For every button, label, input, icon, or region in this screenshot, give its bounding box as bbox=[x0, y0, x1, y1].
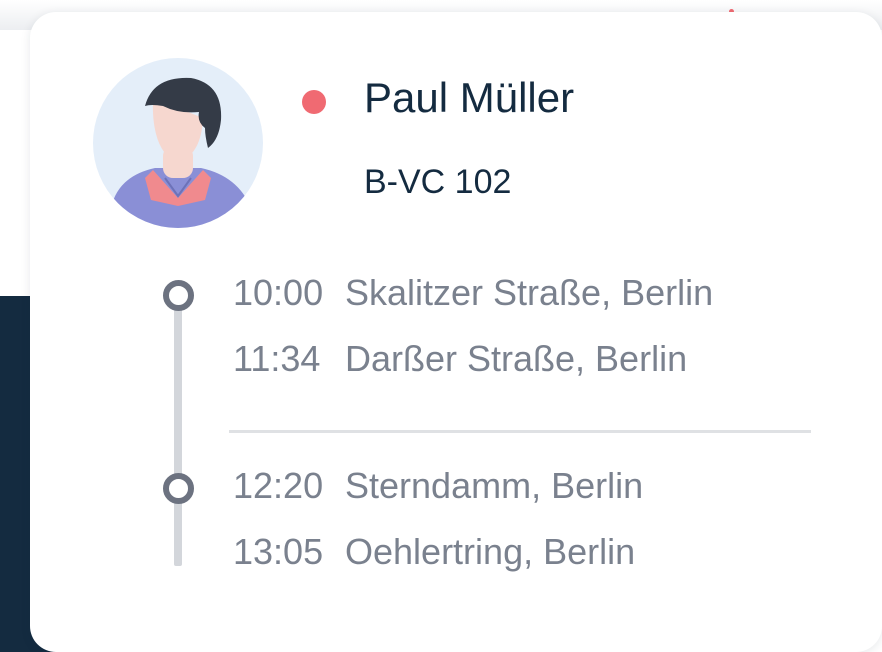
timeline-line bbox=[174, 293, 182, 566]
stop-item[interactable]: 12:20 Sterndamm, Berlin bbox=[233, 464, 643, 508]
stop-address: Darßer Straße, Berlin bbox=[345, 338, 688, 379]
section-divider bbox=[229, 430, 811, 433]
status-indicator-dot bbox=[302, 90, 326, 114]
timeline-node-icon bbox=[163, 473, 194, 504]
stop-address: Oehlertring, Berlin bbox=[345, 531, 636, 572]
person-avatar-icon bbox=[93, 58, 263, 228]
stop-time: 10:00 bbox=[233, 272, 324, 313]
stop-item[interactable]: 11:34 Darßer Straße, Berlin bbox=[233, 337, 687, 381]
stop-item[interactable]: 10:00 Skalitzer Straße, Berlin bbox=[233, 271, 713, 315]
vehicle-plate: B-VC 102 bbox=[364, 163, 512, 201]
stop-address: Sterndamm, Berlin bbox=[345, 465, 644, 506]
stop-time: 11:34 bbox=[233, 338, 321, 379]
stop-time: 12:20 bbox=[233, 465, 324, 506]
stop-item[interactable]: 13:05 Oehlertring, Berlin bbox=[233, 530, 635, 574]
driver-name: Paul Müller bbox=[364, 74, 575, 121]
stop-address: Skalitzer Straße, Berlin bbox=[345, 272, 714, 313]
timeline-node-icon bbox=[163, 280, 194, 311]
stop-time: 13:05 bbox=[233, 531, 324, 572]
